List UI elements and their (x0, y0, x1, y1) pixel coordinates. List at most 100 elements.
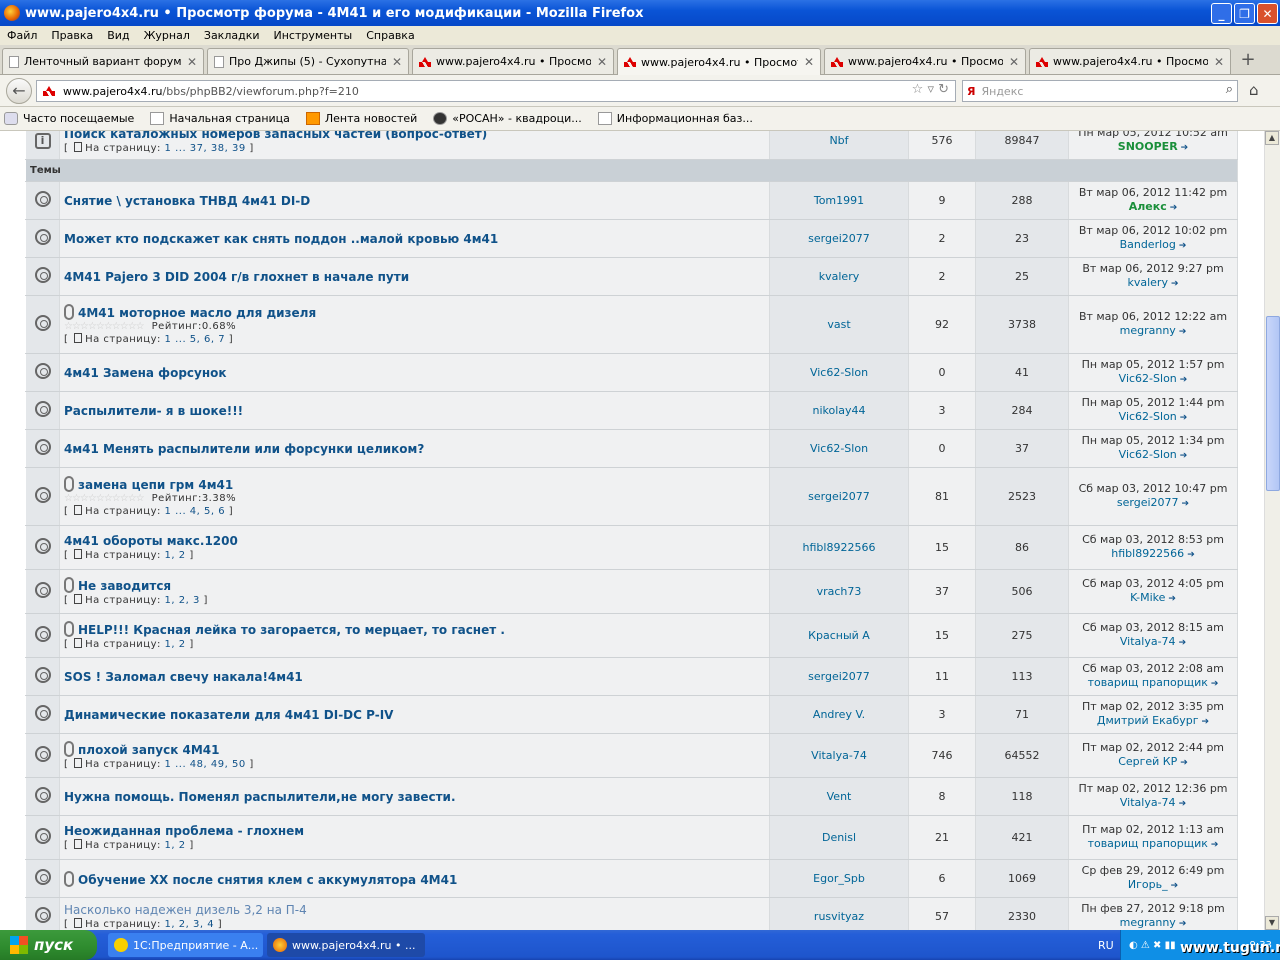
topic-title-link[interactable]: Может кто подскажет как снять поддон ..м… (64, 232, 498, 246)
tab-close-icon[interactable]: ✕ (187, 55, 197, 69)
go-to-last-post-icon[interactable]: ➔ (1179, 325, 1187, 339)
pagination-links[interactable]: 1, 2, 3 (165, 595, 200, 606)
tab-6[interactable]: www.pajero4x4.ru • Просмотр ...✕ (1029, 48, 1231, 74)
last-post-author-link[interactable]: Сергей КР (1118, 755, 1177, 768)
tab-3[interactable]: www.pajero4x4.ru • Просмотр ...✕ (412, 48, 614, 74)
topic-title-link[interactable]: Обучение XX после снятия клем с аккумуля… (78, 873, 457, 887)
tab-close-icon[interactable]: ✕ (804, 55, 814, 69)
topic-title-link[interactable]: SOS ! Заломал свечу накала!4м41 (64, 670, 303, 684)
topic-author-link[interactable]: Vitalya-74 (811, 749, 867, 762)
menu-edit[interactable]: Правка (44, 29, 100, 42)
go-to-last-post-icon[interactable]: ➔ (1171, 277, 1179, 291)
topic-title-link[interactable]: замена цепи грм 4м41 (78, 478, 233, 492)
yandex-icon[interactable]: Я (967, 85, 975, 98)
go-to-last-post-icon[interactable]: ➔ (1180, 373, 1188, 387)
last-post-author-link[interactable]: SNOOPER (1118, 140, 1178, 153)
topic-title-link[interactable]: 4м41 Замена форсунок (64, 366, 227, 380)
go-to-last-post-icon[interactable]: ➔ (1211, 838, 1219, 852)
tab-4-active[interactable]: www.pajero4x4.ru • Просмотр ...✕ (617, 48, 821, 75)
back-button[interactable]: ← (6, 78, 32, 104)
go-to-last-post-icon[interactable]: ➔ (1179, 797, 1187, 811)
topic-title-link[interactable]: Динамические показатели для 4м41 DI-DC P… (64, 708, 393, 722)
last-post-author-link[interactable]: Vic62-Slon (1119, 448, 1177, 461)
topic-title-link[interactable]: Не заводится (78, 579, 171, 593)
topic-author-link[interactable]: rusvityaz (814, 910, 864, 923)
new-tab-button[interactable]: + (1237, 50, 1259, 72)
last-post-author-link[interactable]: Vitalya-74 (1120, 796, 1176, 809)
topic-title-link[interactable]: Насколько надежен дизель 3,2 на П-4 (64, 903, 307, 917)
pagination-links[interactable]: 1, 2 (165, 840, 186, 851)
bookmark-star-icon[interactable]: ☆ ▿ ↻ (912, 82, 949, 97)
pagination-links[interactable]: 1, 2 (165, 639, 186, 650)
bookmark-rosan[interactable]: «РОСАН» - квадроци... (433, 112, 582, 125)
topic-title-link[interactable]: Нужна помощь. Поменял распылители,не мог… (64, 790, 456, 804)
url-bar[interactable]: www.pajero4x4.ru/bbs/phpBB2/viewforum.ph… (36, 80, 956, 102)
go-to-last-post-icon[interactable]: ➔ (1182, 497, 1190, 511)
menu-tools[interactable]: Инструменты (267, 29, 360, 42)
last-post-author-link[interactable]: hfibl8922566 (1111, 547, 1184, 560)
topic-author-link[interactable]: Nbf (829, 134, 848, 147)
topic-author-link[interactable]: Egor_Spb (813, 872, 865, 885)
last-post-author-link[interactable]: товарищ прапорщик (1088, 676, 1208, 689)
go-to-last-post-icon[interactable]: ➔ (1202, 715, 1210, 729)
go-to-last-post-icon[interactable]: ➔ (1187, 548, 1195, 562)
topic-title-link[interactable]: Неожиданная проблема - глохнем (64, 824, 304, 838)
go-to-last-post-icon[interactable]: ➔ (1180, 756, 1188, 770)
search-icon[interactable]: ⌕ (1226, 82, 1233, 97)
close-button[interactable]: ✕ (1257, 3, 1278, 24)
pagination-links[interactable]: 1, 2 (165, 550, 186, 561)
search-bar[interactable]: Я Яндекс ⌕ (962, 80, 1238, 102)
topic-author-link[interactable]: hfibl8922566 (803, 541, 876, 554)
last-post-author-link[interactable]: Игорь_ (1128, 878, 1168, 891)
topic-author-link[interactable]: Denisl (822, 831, 856, 844)
go-to-last-post-icon[interactable]: ➔ (1171, 879, 1179, 893)
last-post-author-link[interactable]: megranny (1120, 324, 1176, 337)
go-to-last-post-icon[interactable]: ➔ (1211, 677, 1219, 691)
go-to-last-post-icon[interactable]: ➔ (1181, 141, 1189, 155)
topic-author-link[interactable]: Красный А (808, 629, 870, 642)
topic-title-link[interactable]: HELP!!! Красная лейка то загорается, то … (78, 623, 505, 637)
topic-author-link[interactable]: Vent (827, 790, 852, 803)
go-to-last-post-icon[interactable]: ➔ (1168, 592, 1176, 606)
tab-close-icon[interactable]: ✕ (1214, 55, 1224, 69)
last-post-author-link[interactable]: Vic62-Slon (1119, 372, 1177, 385)
search-input[interactable]: Яндекс (981, 85, 1023, 98)
topic-title-link[interactable]: 4м41 Менять распылители или форсунки цел… (64, 442, 424, 456)
topic-title-link[interactable]: 4м41 обороты макс.1200 (64, 534, 238, 548)
topic-author-link[interactable]: sergei2077 (808, 490, 870, 503)
topic-title-link[interactable]: Поиск каталожных номеров запасных частей… (64, 131, 487, 141)
pagination-links[interactable]: 1, 2, 3, 4 (165, 919, 215, 930)
topic-author-link[interactable]: Tom1991 (814, 194, 864, 207)
topic-author-link[interactable]: Vic62-Slon (810, 442, 868, 455)
start-button[interactable]: пуск (0, 930, 97, 960)
scroll-up-button[interactable]: ▲ (1265, 131, 1279, 145)
topic-author-link[interactable]: Andrey V. (813, 708, 865, 721)
menu-bookmarks[interactable]: Закладки (197, 29, 267, 42)
topic-author-link[interactable]: nikolay44 (812, 404, 865, 417)
tab-close-icon[interactable]: ✕ (1009, 55, 1019, 69)
tab-close-icon[interactable]: ✕ (597, 55, 607, 69)
pagination-links[interactable]: 1 ... 48, 49, 50 (165, 759, 246, 770)
language-indicator[interactable]: RU (1098, 939, 1114, 952)
topic-author-link[interactable]: sergei2077 (808, 670, 870, 683)
last-post-author-link[interactable]: Дмитрий Екабург (1097, 714, 1199, 727)
vertical-scrollbar[interactable]: ▲ ▼ (1264, 131, 1280, 930)
go-to-last-post-icon[interactable]: ➔ (1179, 917, 1187, 930)
tab-close-icon[interactable]: ✕ (392, 55, 402, 69)
topic-title-link[interactable]: 4M41 Pajero 3 DID 2004 г/в глохнет в нач… (64, 270, 409, 284)
last-post-author-link[interactable]: товарищ прапорщик (1088, 837, 1208, 850)
menu-history[interactable]: Журнал (137, 29, 197, 42)
topic-author-link[interactable]: sergei2077 (808, 232, 870, 245)
topic-title-link[interactable]: Распылители- я в шоке!!! (64, 404, 243, 418)
taskbar-item-1c[interactable]: 1С:Предприятие - А... (108, 933, 263, 957)
last-post-author-link[interactable]: K-Mike (1130, 591, 1165, 604)
menu-view[interactable]: Вид (100, 29, 136, 42)
home-icon[interactable]: ⌂ (1249, 81, 1259, 99)
go-to-last-post-icon[interactable]: ➔ (1180, 449, 1188, 463)
pagination-links[interactable]: 1 ... 5, 6, 7 (165, 334, 226, 345)
scroll-down-button[interactable]: ▼ (1265, 916, 1279, 930)
go-to-last-post-icon[interactable]: ➔ (1180, 411, 1188, 425)
topic-author-link[interactable]: vrach73 (817, 585, 862, 598)
pagination-links[interactable]: 1 ... 4, 5, 6 (165, 506, 226, 517)
topic-author-link[interactable]: vast (827, 318, 850, 331)
